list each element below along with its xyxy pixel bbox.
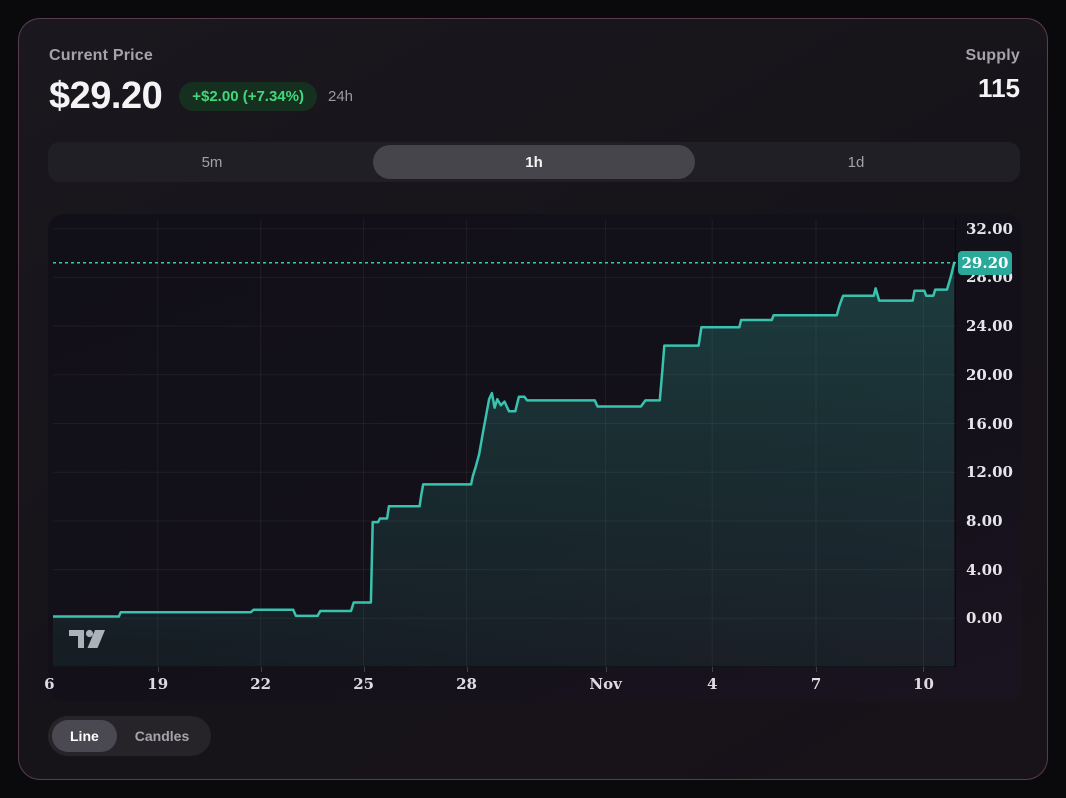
x-axis-tickmark	[816, 667, 817, 672]
x-axis-tickmark	[606, 667, 607, 672]
x-axis-label: 22	[250, 675, 271, 693]
x-axis-label: 6	[44, 675, 54, 693]
x-axis-tickmark	[158, 667, 159, 672]
x-axis-label: 19	[147, 675, 168, 693]
x-axis-label: 7	[811, 675, 821, 693]
y-axis-label: 24.00	[966, 317, 1013, 335]
x-axis-label: 10	[913, 675, 934, 693]
x-axis-label: 28	[456, 675, 477, 693]
current-price-tag: 29.20	[958, 251, 1012, 275]
price-row: $29.20 +$2.00 (+7.34%) 24h	[49, 74, 353, 118]
y-axis-label: 32.00	[966, 220, 1013, 238]
x-axis-label: 4	[707, 675, 717, 693]
supply-value: 115	[965, 73, 1020, 104]
timeframe-1h[interactable]: 1h	[373, 145, 695, 179]
y-axis-label: 0.00	[966, 609, 1003, 627]
time-axis[interactable]: 619222528Nov4710	[53, 667, 956, 701]
page-background: Current Price $29.20 +$2.00 (+7.34%) 24h…	[0, 0, 1066, 798]
y-axis-label: 16.00	[966, 415, 1013, 433]
supply-label: Supply	[965, 47, 1020, 65]
current-price-block: Current Price $29.20 +$2.00 (+7.34%) 24h	[49, 47, 353, 118]
chart-plot-area[interactable]	[53, 219, 956, 667]
price-card: Current Price $29.20 +$2.00 (+7.34%) 24h…	[18, 18, 1048, 780]
x-axis-tickmark	[261, 667, 262, 672]
y-axis-label: 12.00	[966, 463, 1013, 481]
y-axis-label: 8.00	[966, 512, 1003, 530]
x-axis-tickmark	[712, 667, 713, 672]
x-axis-label: 25	[353, 675, 374, 693]
y-axis-label: 4.00	[966, 561, 1003, 579]
change-period-label: 24h	[328, 88, 353, 105]
chart-style-toggle: LineCandles	[48, 716, 211, 756]
x-axis-label: Nov	[589, 675, 621, 693]
chart-panel: 32.0028.0024.0020.0016.0012.008.004.000.…	[48, 214, 1022, 701]
x-axis-tickmark	[923, 667, 924, 672]
chart-style-line[interactable]: Line	[52, 720, 117, 752]
price-change-badge: +$2.00 (+7.34%)	[179, 82, 317, 111]
price-axis[interactable]: 32.0028.0024.0020.0016.0012.008.004.000.…	[956, 214, 1022, 701]
supply-block: Supply 115	[965, 47, 1020, 118]
card-header: Current Price $29.20 +$2.00 (+7.34%) 24h…	[19, 19, 1047, 118]
current-price-label: Current Price	[49, 47, 353, 65]
timeframe-1d[interactable]: 1d	[695, 145, 1017, 179]
chart-style-candles[interactable]: Candles	[117, 720, 207, 752]
x-axis-tickmark	[467, 667, 468, 672]
current-price-value: $29.20	[49, 75, 162, 118]
x-axis-tickmark	[364, 667, 365, 672]
y-axis-label: 20.00	[966, 366, 1013, 384]
timeframe-selector: 5m1h1d	[48, 142, 1020, 182]
price-line-chart	[53, 219, 956, 667]
timeframe-5m[interactable]: 5m	[51, 145, 373, 179]
tradingview-logo-icon[interactable]	[67, 628, 107, 652]
